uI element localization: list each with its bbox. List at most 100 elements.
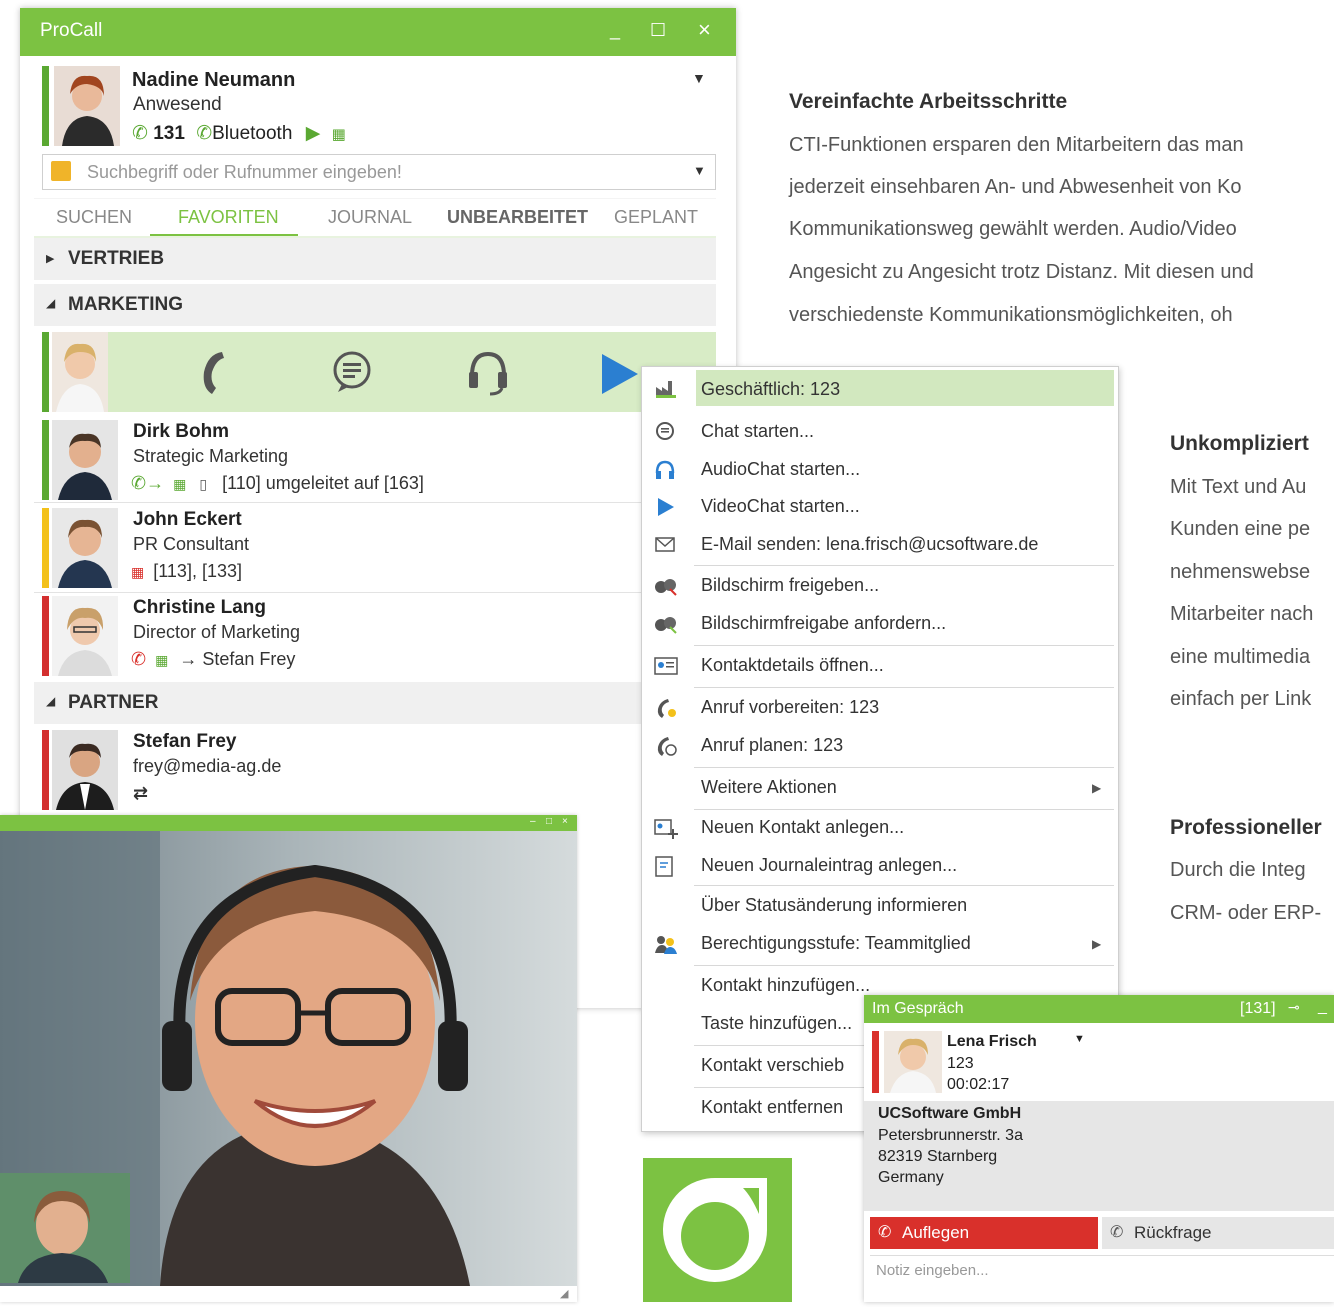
- minimize-button[interactable]: _: [610, 20, 620, 41]
- avatar[interactable]: [52, 730, 118, 810]
- chevron-down-icon[interactable]: ▼: [692, 70, 706, 86]
- avatar-photo: [52, 508, 118, 588]
- video-footer: [0, 1286, 577, 1302]
- divider: [34, 502, 716, 503]
- group-partner[interactable]: ◢ PARTNER: [34, 682, 716, 724]
- menu-item-permission-level[interactable]: Berechtigungsstufe: Teammitglied: [701, 933, 971, 954]
- avatar[interactable]: [52, 420, 118, 500]
- chevron-down-icon[interactable]: ▼: [1074, 1033, 1085, 1045]
- pin-icon[interactable]: ⊸: [1288, 999, 1300, 1016]
- minimize-button[interactable]: –: [530, 816, 536, 827]
- avatar[interactable]: [52, 508, 118, 588]
- menu-item-status-notify[interactable]: Über Statusänderung informieren: [701, 895, 967, 916]
- menu-item-remove-contact[interactable]: Kontakt entfernen: [701, 1097, 843, 1118]
- note-input[interactable]: Notiz eingeben...: [870, 1255, 1334, 1296]
- avatar-photo: [52, 596, 118, 676]
- redirect-icon: ⇄: [133, 783, 149, 803]
- contact-name: John Eckert: [133, 509, 242, 530]
- screen-share-icon: [654, 575, 678, 597]
- consult-icon: ✆: [1110, 1224, 1124, 1241]
- chevron-down-icon: ◢: [46, 296, 56, 310]
- screen-share-request-icon: [654, 613, 678, 635]
- note-placeholder: Notiz eingeben...: [876, 1262, 989, 1279]
- close-button[interactable]: ×: [562, 816, 568, 827]
- contact-role: Director of Marketing: [133, 622, 301, 642]
- menu-item-schedule-call[interactable]: Anruf planen: 123: [701, 735, 843, 756]
- maximize-button[interactable]: □: [546, 816, 552, 827]
- menu-separator: [694, 645, 1114, 646]
- menu-item-prepare-call[interactable]: Anruf vorbereiten: 123: [701, 697, 879, 718]
- presence-strip: [42, 508, 49, 588]
- avatar[interactable]: [54, 66, 120, 146]
- tab-geplant[interactable]: GEPLANT: [614, 207, 698, 228]
- menu-item-chat[interactable]: Chat starten...: [701, 421, 814, 442]
- video-window: – □ × ◢: [0, 815, 577, 1302]
- contact-status-row: ✆ ▦ → Stefan Frey: [131, 649, 295, 670]
- avatar[interactable]: [884, 1031, 942, 1093]
- contact-email[interactable]: frey@media-ag.de: [133, 756, 281, 777]
- minimize-button[interactable]: _: [1318, 998, 1327, 1016]
- journal-icon: [654, 855, 678, 877]
- presence-strip: [42, 420, 49, 500]
- call-title: Im Gespräch: [872, 1000, 964, 1017]
- menu-item-videochat[interactable]: VideoChat starten...: [701, 496, 860, 517]
- search-box[interactable]: Suchbegriff oder Rufnummer eingeben! ▼: [42, 154, 716, 190]
- menu-item-more-actions[interactable]: Weitere Aktionen: [701, 777, 837, 798]
- tab-journal[interactable]: JOURNAL: [328, 207, 412, 228]
- phone-icon[interactable]: [194, 348, 234, 396]
- avatar[interactable]: [52, 596, 118, 676]
- consult-button[interactable]: ✆ Rückfrage: [1102, 1217, 1334, 1249]
- hangup-button[interactable]: ✆ Auflegen: [870, 1217, 1098, 1249]
- add-contact-icon: [654, 817, 678, 839]
- contact-card-icon: [654, 655, 678, 677]
- chat-icon[interactable]: [330, 350, 374, 394]
- menu-item-contact-details[interactable]: Kontaktdetails öffnen...: [701, 655, 884, 676]
- menu-item-new-journal[interactable]: Neuen Journaleintrag anlegen...: [701, 855, 957, 876]
- text-line: Durch die Integ: [1170, 859, 1306, 881]
- phone-icon: ✆: [132, 123, 148, 144]
- contact-status-row: ✆→ ▦ ▯ [110] umgeleitet auf [163]: [131, 473, 424, 494]
- mobile-icon: ▯: [199, 476, 208, 492]
- text-line: CTI-Funktionen ersparen den Mitarbeitern…: [789, 134, 1244, 156]
- chevron-down-icon: ◢: [46, 694, 56, 708]
- group-vertrieb[interactable]: ▶ VERTRIEB: [34, 238, 716, 280]
- menu-item-add-contact[interactable]: Kontakt hinzufügen...: [701, 975, 870, 996]
- play-icon: ▶: [305, 123, 321, 144]
- calendar-icon: ▦: [173, 476, 187, 492]
- section-title-arbeitsschritte: Vereinfachte Arbeitsschritte: [789, 90, 1068, 113]
- tab-suchen[interactable]: SUCHEN: [56, 207, 132, 228]
- menu-item-screen-share[interactable]: Bildschirm freigeben...: [701, 575, 879, 596]
- logo-icon: [663, 1177, 767, 1282]
- maximize-button[interactable]: ☐: [650, 20, 666, 41]
- video-icon[interactable]: [600, 352, 640, 396]
- tab-unbearbeitet[interactable]: UNBEARBEITET: [447, 207, 588, 228]
- caller-city: 82319 Starnberg: [878, 1148, 998, 1165]
- menu-item-business[interactable]: Geschäftlich: 123: [701, 379, 840, 400]
- resize-grip-icon[interactable]: ◢: [560, 1287, 568, 1300]
- call-window: Im Gespräch [131] ⊸ _ Lena Frisch ▼ 123 …: [864, 995, 1334, 1302]
- menu-item-move-contact[interactable]: Kontakt verschieb: [701, 1055, 844, 1076]
- contact-status: → Stefan Frey: [179, 649, 296, 669]
- close-button[interactable]: ×: [698, 17, 711, 43]
- caller-country: Germany: [878, 1169, 944, 1186]
- presence-strip: [42, 596, 49, 676]
- menu-separator: [694, 767, 1114, 768]
- contact-name: Dirk Bohm: [133, 421, 230, 442]
- self-video-preview: [0, 1173, 130, 1283]
- tab-favoriten[interactable]: FAVORITEN: [178, 207, 279, 228]
- menu-item-screen-share-request[interactable]: Bildschirmfreigabe anfordern...: [701, 613, 946, 634]
- search-input[interactable]: Suchbegriff oder Rufnummer eingeben!: [87, 162, 402, 183]
- chevron-down-icon[interactable]: ▼: [693, 163, 706, 178]
- divider: [34, 592, 716, 593]
- avatar[interactable]: [52, 332, 108, 412]
- menu-item-new-contact[interactable]: Neuen Kontakt anlegen...: [701, 817, 904, 838]
- chat-icon: [654, 421, 678, 443]
- group-marketing[interactable]: ◢ MARKETING: [34, 284, 716, 326]
- email-icon: [654, 534, 678, 556]
- headset-icon[interactable]: [466, 348, 510, 396]
- contact-status: [113], [133]: [153, 561, 242, 581]
- menu-separator: [694, 565, 1114, 566]
- menu-item-email[interactable]: E-Mail senden: lena.frisch@ucsoftware.de: [701, 534, 1038, 555]
- menu-item-add-key[interactable]: Taste hinzufügen...: [701, 1013, 852, 1034]
- menu-item-audiochat[interactable]: AudioChat starten...: [701, 459, 860, 480]
